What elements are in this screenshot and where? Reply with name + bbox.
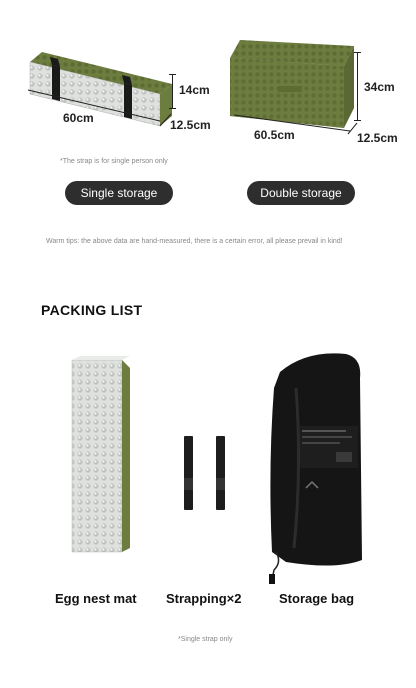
single-length-label: 60cm xyxy=(63,111,94,125)
single-storage-button[interactable]: Single storage xyxy=(65,181,173,205)
single-height-label: 14cm xyxy=(179,83,210,97)
strap-pair-image xyxy=(184,436,225,510)
warm-tips: Warm tips: the above data are hand-measu… xyxy=(46,238,343,245)
packing-list-heading: PACKING LIST xyxy=(41,302,143,318)
double-length-label: 60.5cm xyxy=(254,128,295,142)
double-depth-label: 12.5cm xyxy=(357,131,398,145)
single-length-dimension xyxy=(27,89,161,122)
egg-nest-mat-image xyxy=(71,356,130,553)
single-strap-footnote: *Single strap only xyxy=(178,636,233,643)
strapping-caption: Strapping×2 xyxy=(166,591,242,606)
strap-note: *The strap is for single person only xyxy=(60,158,168,165)
single-depth-label: 12.5cm xyxy=(170,118,211,132)
double-height-label: 34cm xyxy=(364,80,395,94)
egg-nest-mat-caption: Egg nest mat xyxy=(55,591,137,606)
storage-bag-image xyxy=(269,353,362,584)
double-storage-button[interactable]: Double storage xyxy=(247,181,355,205)
storage-bag-caption: Storage bag xyxy=(279,591,355,606)
